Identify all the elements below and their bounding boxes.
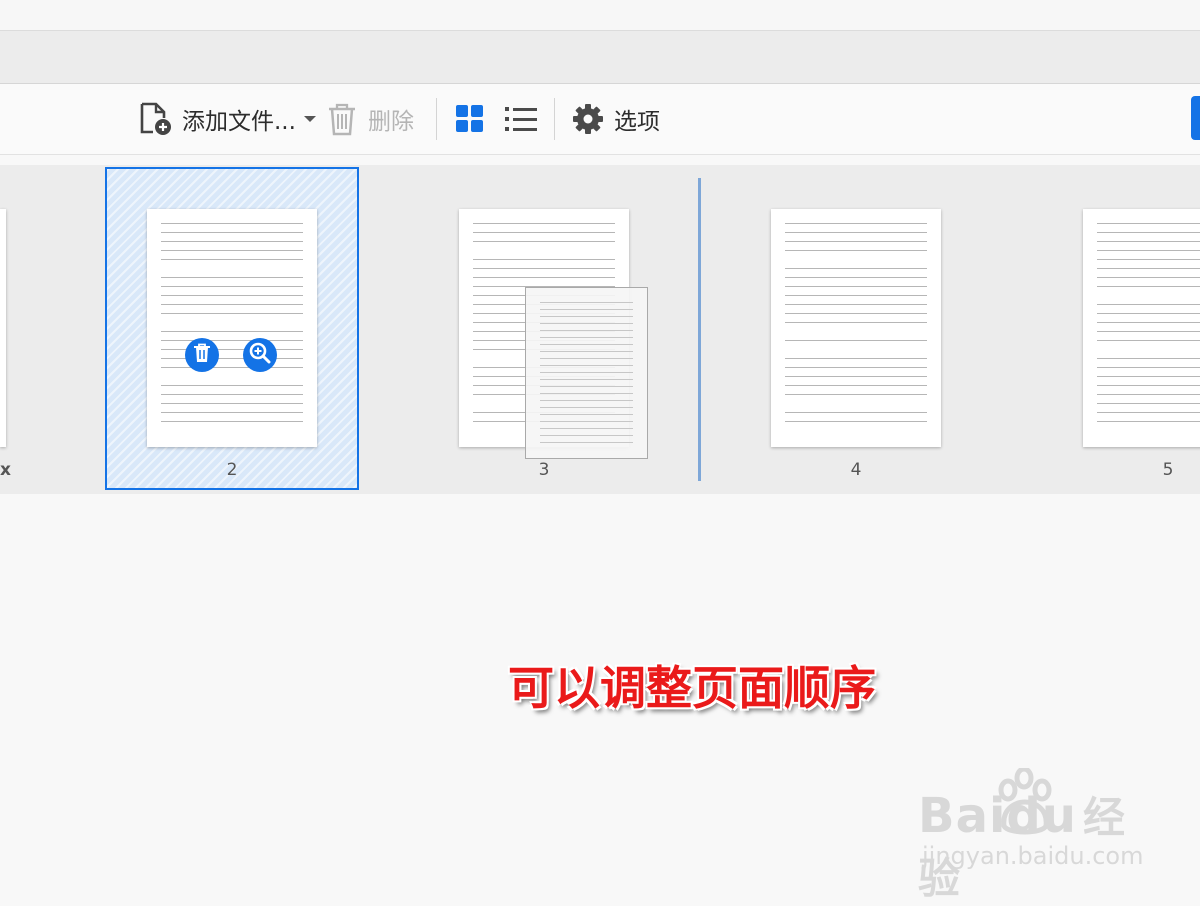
page-thumbnail-4[interactable] <box>771 209 941 447</box>
page-thumbnail-5[interactable] <box>1083 209 1200 447</box>
add-file-icon <box>138 101 174 137</box>
title-area <box>0 0 1200 31</box>
caption-text: 可以调整页面顺序 <box>508 661 876 715</box>
add-files-button[interactable]: 添加文件... <box>138 84 316 154</box>
trash-icon <box>326 101 358 137</box>
toolbar: 添加文件... 删除 选项 <box>0 84 1200 155</box>
delete-label: 删除 <box>368 109 414 135</box>
page-label: 2 <box>226 460 238 480</box>
options-button[interactable]: 选项 <box>572 84 660 154</box>
delete-page-button[interactable] <box>185 338 219 372</box>
page-label: 3 <box>538 460 550 480</box>
zoom-page-button[interactable] <box>243 338 277 372</box>
toolbar-divider <box>554 98 555 140</box>
drop-insertion-marker <box>698 178 701 481</box>
tab-bar-area <box>0 31 1200 84</box>
watermark-url: jingyan.baidu.com <box>922 842 1144 870</box>
paw-icon <box>998 768 1052 835</box>
options-label: 选项 <box>614 109 660 135</box>
delete-button[interactable]: 删除 <box>326 84 414 154</box>
page-thumbnail-partial[interactable] <box>0 209 6 447</box>
page-label: 4 <box>850 460 862 480</box>
chevron-down-icon[interactable] <box>303 116 316 122</box>
grid-view-icon <box>455 104 485 134</box>
list-view-button[interactable] <box>505 84 537 154</box>
toolbar-divider <box>436 98 437 140</box>
page-label-partial: x <box>0 460 11 480</box>
grid-view-button[interactable] <box>455 84 485 154</box>
page-thumbnail-2[interactable] <box>147 209 317 447</box>
primary-action-button[interactable] <box>1191 96 1200 140</box>
gear-icon <box>572 103 604 135</box>
add-files-label: 添加文件... <box>182 109 296 135</box>
trash-icon <box>193 343 211 367</box>
page-label: 5 <box>1162 460 1174 480</box>
dragged-page-ghost[interactable] <box>525 287 648 459</box>
zoom-in-icon <box>249 342 271 368</box>
watermark: Baidu 经验 jingyan.baidu.com <box>918 768 1158 903</box>
list-view-icon <box>505 104 537 134</box>
